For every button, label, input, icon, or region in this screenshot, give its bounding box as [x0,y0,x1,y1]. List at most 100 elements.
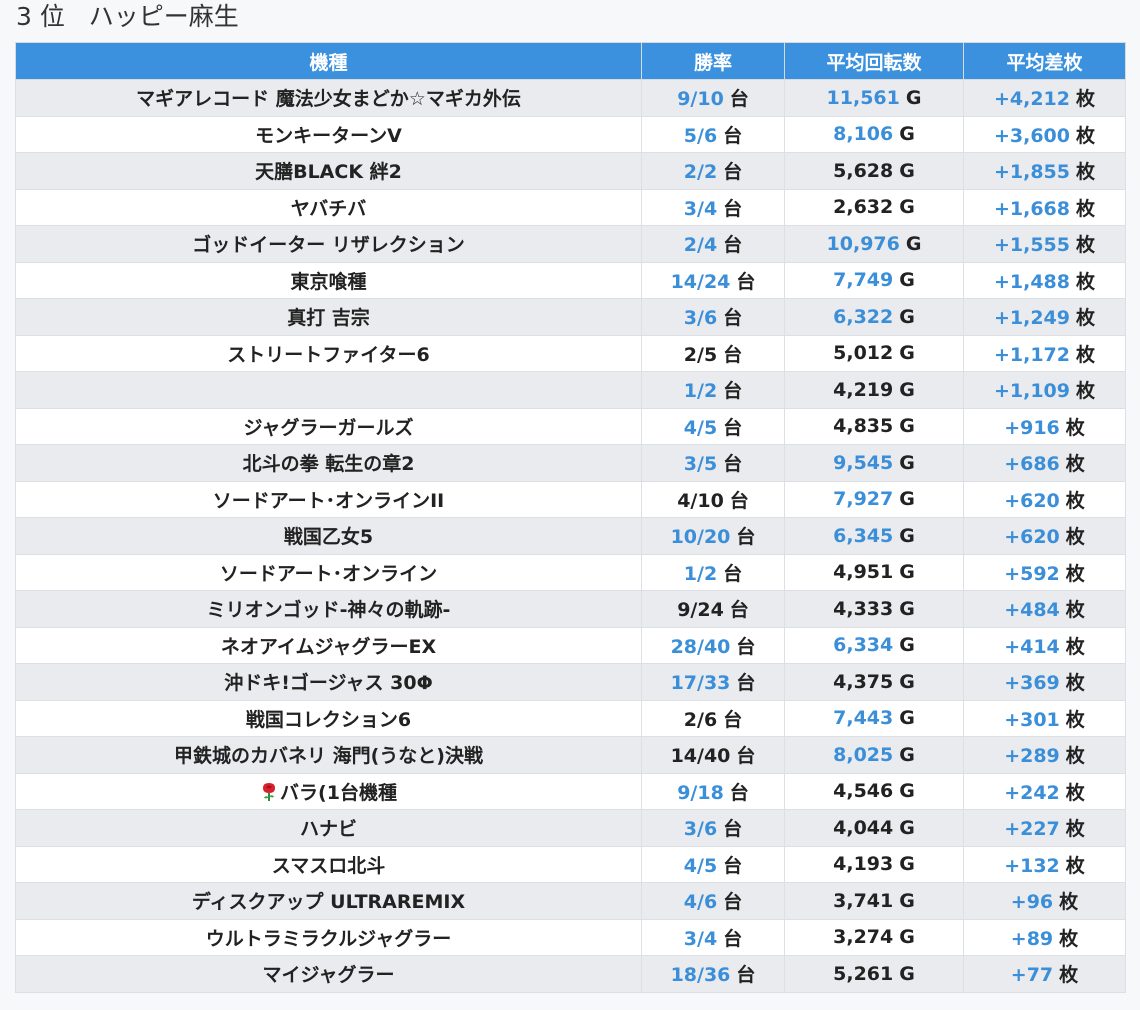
avg-diff-value[interactable]: +686 [1004,453,1060,475]
machine-name-cell[interactable]: ミリオンゴッド-神々の軌跡- [15,590,642,628]
avg-diff-value[interactable]: +4,212 [994,88,1070,110]
win-rate-value[interactable]: 5/6 [684,125,717,147]
avg-spins-value[interactable]: 7,749 [833,269,893,291]
win-rate-cell[interactable]: 3/6 台 [641,298,785,336]
machine-name-cell[interactable]: ソードアート･オンライン [15,553,642,591]
avg-diff-value[interactable]: +620 [1004,490,1060,512]
avg-diff-cell[interactable]: +1,249 枚 [963,298,1126,336]
machine-name-cell[interactable]: ネオアイムジャグラーEX [15,626,642,664]
win-rate-value[interactable]: 4/5 [684,855,717,877]
machine-name-cell[interactable]: ソードアート･オンラインII [15,480,642,518]
avg-spins-cell[interactable]: 6,334 G [784,626,964,664]
avg-diff-cell[interactable]: +289 枚 [963,736,1126,774]
avg-spins-value[interactable]: 8,025 [833,744,893,766]
avg-diff-cell[interactable]: +89 枚 [963,918,1126,956]
avg-diff-value[interactable]: +227 [1004,818,1060,840]
avg-diff-cell[interactable]: +1,109 枚 [963,371,1126,409]
win-rate-value[interactable]: 2/4 [684,234,717,256]
win-rate-cell[interactable]: 9/18 台 [641,772,785,810]
avg-diff-value[interactable]: +1,668 [994,198,1070,220]
machine-name-cell[interactable]: 沖ドキ!ゴージャス 30Φ [15,663,642,701]
avg-diff-cell[interactable]: +4,212 枚 [963,79,1126,117]
avg-spins-cell[interactable]: 8,106 G [784,115,964,153]
avg-diff-cell[interactable]: +620 枚 [963,480,1126,518]
machine-name-cell[interactable]: 東京喰種 [15,261,642,299]
win-rate-cell[interactable]: 4/5 台 [641,407,785,445]
win-rate-value[interactable]: 9/18 [677,782,724,804]
avg-spins-value[interactable]: 9,545 [833,452,893,474]
machine-name-cell[interactable]: 戦国コレクション6 [15,699,642,737]
avg-spins-value[interactable]: 11,561 [827,87,900,109]
avg-spins-value[interactable]: 7,443 [833,707,893,729]
machine-name-cell[interactable] [15,371,642,409]
win-rate-value[interactable]: 3/4 [684,928,717,950]
win-rate-value[interactable]: 18/36 [671,964,731,986]
machine-name-cell[interactable]: 天膳BLACK 絆2 [15,152,642,190]
avg-spins-cell[interactable]: 7,927 G [784,480,964,518]
machine-name-cell[interactable]: スマスロ北斗 [15,845,642,883]
avg-diff-cell[interactable]: +484 枚 [963,590,1126,628]
win-rate-cell[interactable]: 18/36 台 [641,955,785,993]
machine-name-cell[interactable]: 真打 吉宗 [15,298,642,336]
avg-spins-cell[interactable]: 6,322 G [784,298,964,336]
avg-diff-value[interactable]: +301 [1004,709,1060,731]
machine-name-cell[interactable]: ストリートファイター6 [15,334,642,372]
machine-name-cell[interactable]: ハナビ [15,809,642,847]
win-rate-value[interactable]: 17/33 [671,672,731,694]
win-rate-cell[interactable]: 3/5 台 [641,444,785,482]
win-rate-cell[interactable]: 2/4 台 [641,225,785,263]
machine-name-cell[interactable]: ゴッドイーター リザレクション [15,225,642,263]
avg-diff-cell[interactable]: +686 枚 [963,444,1126,482]
avg-diff-value[interactable]: +1,488 [994,271,1070,293]
avg-diff-value[interactable]: +916 [1004,417,1060,439]
avg-spins-value[interactable]: 7,927 [833,488,893,510]
avg-diff-cell[interactable]: +242 枚 [963,772,1126,810]
avg-spins-value[interactable]: 10,976 [827,233,900,255]
avg-diff-cell[interactable]: +1,555 枚 [963,225,1126,263]
avg-diff-value[interactable]: +89 [1011,928,1053,950]
avg-diff-value[interactable]: +3,600 [994,125,1070,147]
win-rate-cell[interactable]: 3/4 台 [641,188,785,226]
avg-diff-cell[interactable]: +414 枚 [963,626,1126,664]
avg-diff-cell[interactable]: +96 枚 [963,882,1126,920]
win-rate-value[interactable]: 2/2 [684,161,717,183]
avg-spins-cell[interactable]: 9,545 G [784,444,964,482]
avg-diff-cell[interactable]: +369 枚 [963,663,1126,701]
avg-spins-cell[interactable]: 10,976 G [784,225,964,263]
avg-diff-cell[interactable]: +620 枚 [963,517,1126,555]
win-rate-cell[interactable]: 28/40 台 [641,626,785,664]
win-rate-cell[interactable]: 3/4 台 [641,918,785,956]
win-rate-value[interactable]: 14/24 [671,271,731,293]
machine-name-cell[interactable]: モンキーターンV [15,115,642,153]
avg-diff-value[interactable]: +1,109 [994,380,1070,402]
avg-diff-cell[interactable]: +1,172 枚 [963,334,1126,372]
avg-spins-value[interactable]: 6,334 [833,634,893,656]
win-rate-cell[interactable]: 3/6 台 [641,809,785,847]
win-rate-cell[interactable]: 10/20 台 [641,517,785,555]
avg-diff-value[interactable]: +1,172 [994,344,1070,366]
win-rate-value[interactable]: 1/2 [684,563,717,585]
win-rate-cell[interactable]: 17/33 台 [641,663,785,701]
avg-diff-value[interactable]: +369 [1004,672,1060,694]
win-rate-value[interactable]: 3/4 [684,198,717,220]
avg-diff-value[interactable]: +96 [1011,891,1053,913]
win-rate-value[interactable]: 3/5 [684,453,717,475]
avg-diff-cell[interactable]: +3,600 枚 [963,115,1126,153]
machine-name-cell[interactable]: 甲鉄城のカバネリ 海門(うなと)決戦 [15,736,642,774]
win-rate-value[interactable]: 9/10 [677,88,724,110]
win-rate-value[interactable]: 28/40 [671,636,731,658]
avg-diff-cell[interactable]: +916 枚 [963,407,1126,445]
avg-diff-value[interactable]: +132 [1004,855,1060,877]
machine-name-cell[interactable]: 戦国乙女5 [15,517,642,555]
machine-name-cell[interactable]: マギアレコード 魔法少女まどか☆マギカ外伝 [15,79,642,117]
avg-diff-cell[interactable]: +592 枚 [963,553,1126,591]
machine-name-cell[interactable]: 北斗の拳 転生の章2 [15,444,642,482]
avg-spins-cell[interactable]: 7,749 G [784,261,964,299]
avg-diff-cell[interactable]: +132 枚 [963,845,1126,883]
win-rate-cell[interactable]: 2/2 台 [641,152,785,190]
win-rate-value[interactable]: 10/20 [671,526,731,548]
machine-name-cell[interactable]: ディスクアップ ULTRAREMIX [15,882,642,920]
win-rate-value[interactable]: 3/6 [684,818,717,840]
avg-diff-cell[interactable]: +1,488 枚 [963,261,1126,299]
win-rate-value[interactable]: 1/2 [684,380,717,402]
